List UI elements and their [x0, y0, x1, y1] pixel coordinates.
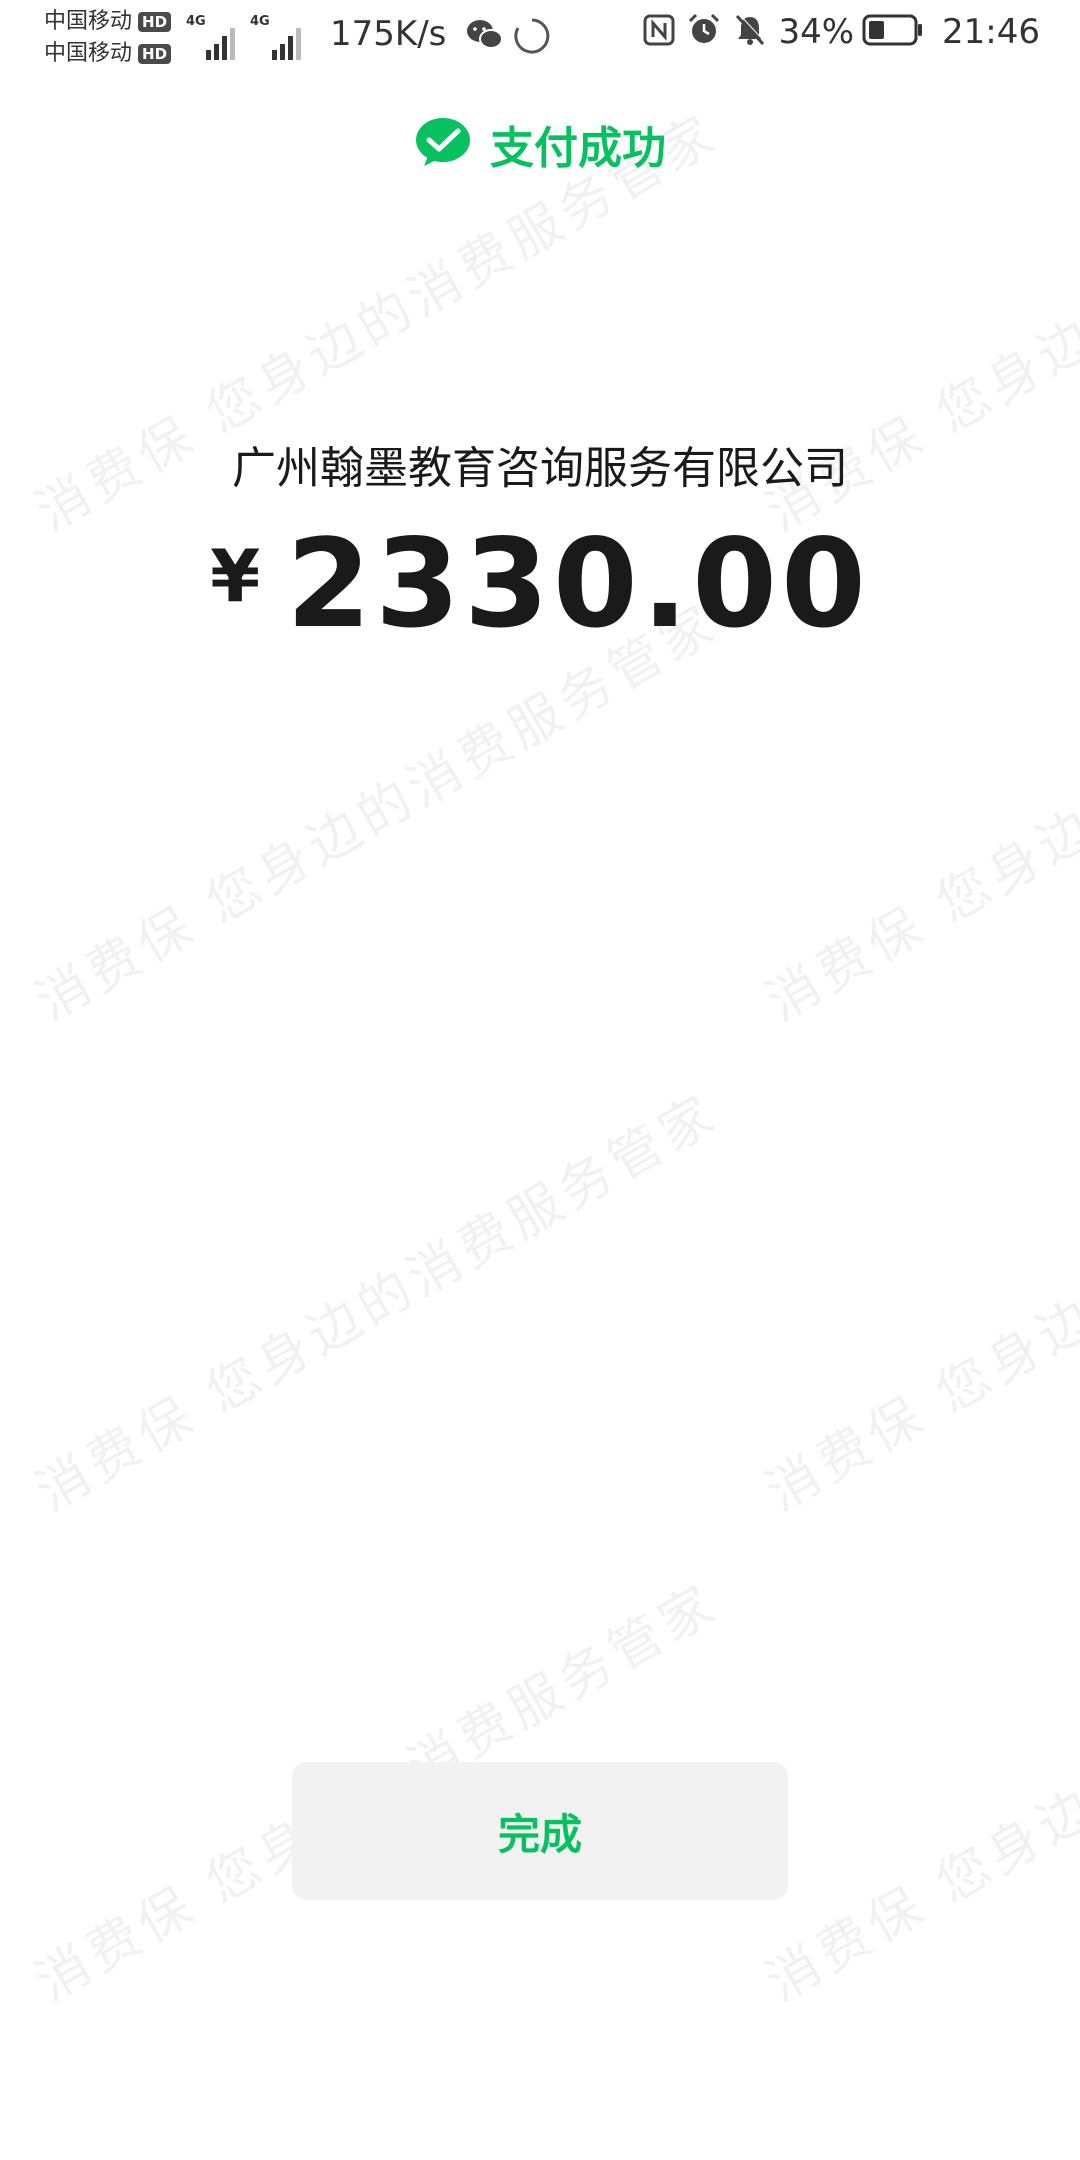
mute-bell-icon [732, 12, 768, 52]
battery-icon [862, 14, 924, 50]
watermark-text: 消费保 您身边的消费服务管家 [756, 1082, 1080, 1524]
alarm-icon [686, 12, 722, 52]
currency-symbol: ¥ [210, 534, 261, 618]
wechat-pay-check-icon [414, 116, 472, 172]
status-icons-right: 34% 21:46 [632, 12, 1040, 52]
merchant-name: 广州翰墨教育咨询服务有限公司 [232, 443, 848, 494]
status-bar: 中国移动 HD 中国移动 HD 4G 4G 175K/s 34% 21:46 [0, 0, 1080, 72]
payment-success-header: 支付成功 [0, 112, 1080, 176]
network-speed: 175K/s [330, 14, 447, 54]
watermark-text: 消费保 您身边的消费服务管家 [26, 1082, 729, 1524]
carrier-row: 中国移动 HD [44, 6, 172, 38]
done-button[interactable]: 完成 [292, 1762, 788, 1900]
battery-percent: 34% [778, 12, 855, 52]
amount-value: 2330.00 [286, 513, 870, 655]
carrier-row: 中国移动 HD [44, 38, 172, 70]
hd-badge: HD [138, 44, 172, 64]
carrier-info: 中国移动 HD 中国移动 HD [44, 6, 172, 70]
payment-amount: ¥ 2330.00 [0, 520, 1080, 648]
watermark-text: 消费保 您身边的消费服务管家 [756, 1572, 1080, 2014]
success-title: 支付成功 [490, 123, 666, 174]
carrier-name: 中国移动 [44, 9, 133, 34]
hd-badge: HD [138, 12, 172, 32]
status-time: 21:46 [942, 12, 1040, 52]
carrier-name: 中国移动 [44, 41, 133, 66]
nfc-icon [642, 13, 676, 51]
wechat-notification-icon [466, 18, 504, 56]
sync-icon [512, 16, 552, 60]
payment-success-screen: 消费保 您身边的消费服务管家 消费保 您身边的消费服务管家 消费保 您身边的消费… [0, 0, 1080, 2160]
